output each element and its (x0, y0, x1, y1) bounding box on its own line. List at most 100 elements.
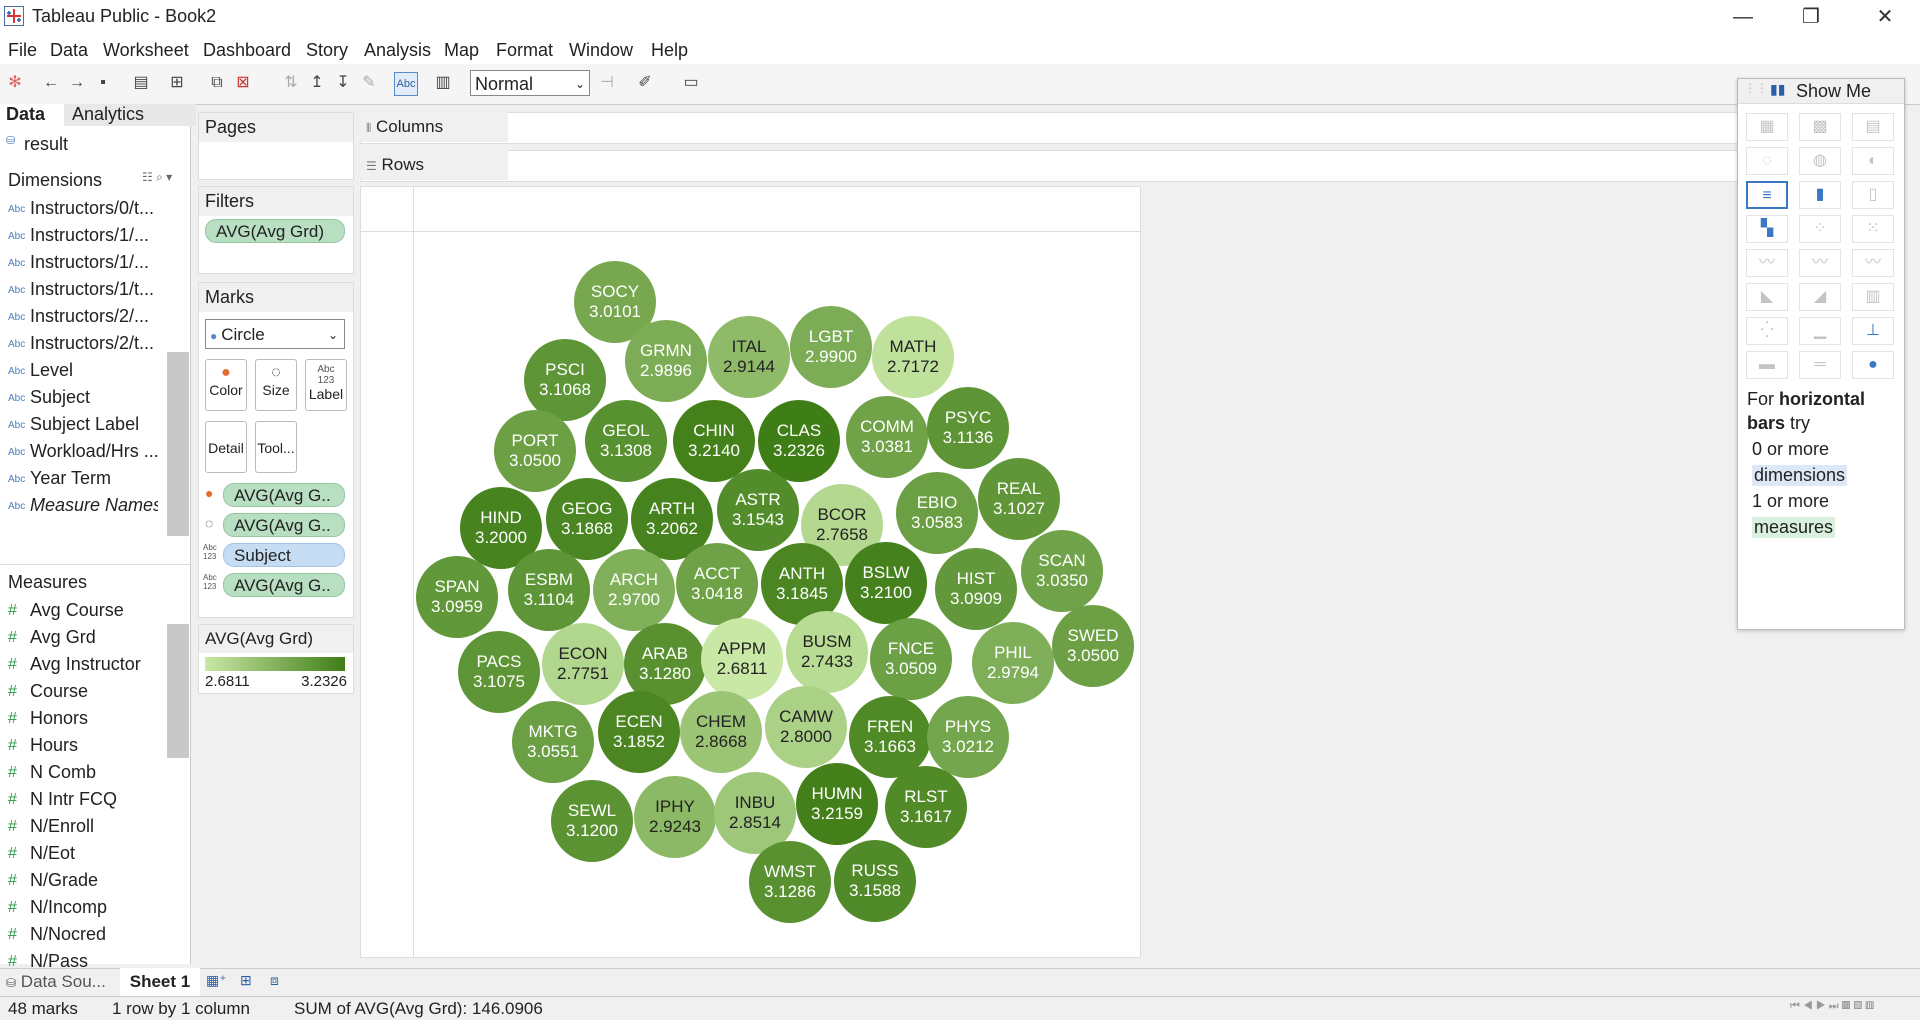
measures-scroll-thumb[interactable] (167, 624, 189, 758)
save-icon[interactable]: ▪ (92, 72, 114, 94)
swap-icon[interactable]: ⇅ (280, 72, 302, 94)
bubble-mark[interactable]: CHEM 2.8668 (680, 691, 762, 773)
tab-data-source[interactable]: ⛁ Data Sou... (6, 972, 106, 992)
color-button[interactable]: ● Color (205, 359, 247, 411)
tab-analytics[interactable]: Analytics (64, 104, 196, 126)
value-label-pill[interactable]: AVG(Avg G.. (223, 573, 345, 597)
menu-window[interactable]: Window (569, 40, 633, 61)
dimension-field[interactable]: Abc Instructors/1/... (8, 252, 158, 273)
filled-map-chart-icon[interactable]: ◍ (1799, 147, 1841, 175)
fit-icon[interactable]: ▥ (432, 72, 454, 94)
bubble-mark[interactable]: PACS 3.1075 (458, 631, 540, 713)
menu-map[interactable]: Map (444, 40, 479, 61)
highlight-table-chart-icon[interactable]: ▤ (1852, 113, 1894, 141)
bubble-mark[interactable]: ARCH 2.9700 (593, 549, 675, 631)
dimension-field[interactable]: Abc Year Term (8, 468, 158, 489)
bubble-mark[interactable]: RUSS 3.1588 (834, 840, 916, 922)
dimension-field[interactable]: Abc Measure Names (8, 495, 158, 516)
redo-icon[interactable]: → (66, 72, 88, 94)
menu-help[interactable]: Help (651, 40, 688, 61)
measure-field[interactable]: # N Comb (8, 762, 158, 783)
label-button[interactable]: Abc 123 Label (305, 359, 347, 411)
new-worksheet-tab-icon[interactable]: ▦⁺ (206, 972, 227, 989)
new-story-tab-icon[interactable]: ⧈ (270, 972, 279, 989)
histogram-chart-icon[interactable]: ▁ (1799, 317, 1841, 345)
bubble-mark[interactable]: ACCT 3.0418 (676, 543, 758, 625)
duplicate-sheet-icon[interactable]: ⧉ (206, 72, 228, 94)
pie-chart-chart-icon[interactable]: ◐ (1852, 147, 1894, 175)
bubble-mark[interactable]: PHIL 2.9794 (972, 622, 1054, 704)
menu-dashboard[interactable]: Dashboard (203, 40, 291, 61)
sort-ascending-icon[interactable]: ↥ (306, 72, 328, 94)
measure-field[interactable]: # Avg Instructor (8, 654, 158, 675)
bubble-mark[interactable]: HIST 3.0909 (935, 548, 1017, 630)
bubble-mark[interactable]: ECEN 3.1852 (598, 691, 680, 773)
bubble-mark[interactable]: SWED 3.0500 (1052, 605, 1134, 687)
dual-lines-chart-icon[interactable]: 〰 (1852, 249, 1894, 277)
minimize-button[interactable]: — (1720, 2, 1766, 32)
menu-file[interactable]: File (8, 40, 37, 61)
measure-field[interactable]: # Avg Course (8, 600, 158, 621)
highlight-icon[interactable]: ✎ (358, 72, 380, 94)
presentation-icon[interactable]: ▭ (680, 72, 702, 94)
dimension-field[interactable]: Abc Instructors/0/t... (8, 198, 158, 219)
bubble-mark[interactable]: SPAN 3.0959 (416, 556, 498, 638)
clear-sheet-icon[interactable]: ⊠ (232, 72, 254, 94)
subject-label-pill[interactable]: Subject (223, 543, 345, 567)
bubble-mark[interactable]: SCAN 3.0350 (1021, 530, 1103, 612)
menu-worksheet[interactable]: Worksheet (103, 40, 189, 61)
bubble-mark[interactable]: ESBM 3.1104 (508, 549, 590, 631)
bubble-mark[interactable]: CHIN 3.2140 (673, 400, 755, 482)
undo-icon[interactable]: ← (40, 72, 62, 94)
bubble-mark[interactable]: PHYS 3.0212 (927, 696, 1009, 778)
horizontal-bars-chart-icon[interactable]: ≡ (1746, 181, 1788, 209)
sort-descending-icon[interactable]: ↧ (332, 72, 354, 94)
area-continuous-chart-icon[interactable]: ◣ (1746, 283, 1788, 311)
annotate-icon[interactable]: ✐ (634, 72, 656, 94)
dimensions-menu-icon[interactable]: ☷ ⌕ ▾ (142, 170, 172, 185)
new-datasource-icon[interactable]: ▤ (130, 72, 152, 94)
bubble-mark[interactable]: SEWL 3.1200 (551, 780, 633, 862)
viz-canvas[interactable]: SOCY 3.0101 PSCI 3.1068 GRMN 2.9896 ITAL 2.9144… (360, 186, 1141, 958)
filter-pill[interactable]: AVG(Avg Grd) (205, 219, 345, 243)
dimensions-scroll-thumb[interactable] (167, 352, 189, 536)
pin-icon[interactable]: ⊣ (596, 72, 618, 94)
dimension-field[interactable]: Abc Instructors/1/... (8, 225, 158, 246)
size-button[interactable]: ◌ Size (255, 359, 297, 411)
bubble-mark[interactable]: LGBT 2.9900 (790, 306, 872, 388)
tab-sheet-1[interactable]: Sheet 1 (120, 968, 200, 996)
tab-data[interactable]: Data (0, 104, 68, 126)
measure-field[interactable]: # Course (8, 681, 158, 702)
bubble-mark[interactable]: PORT 3.0500 (494, 410, 576, 492)
bubble-mark[interactable]: PSCI 3.1068 (524, 339, 606, 421)
text-table-chart-icon[interactable]: ▦ (1746, 113, 1788, 141)
dimension-field[interactable]: Abc Subject (8, 387, 158, 408)
measure-field[interactable]: # N/Incomp (8, 897, 158, 918)
bubble-mark[interactable]: FNCE 3.0509 (870, 618, 952, 700)
tableau-home-icon[interactable]: ✻ (4, 72, 26, 94)
dimension-field[interactable]: Abc Instructors/2/t... (8, 333, 158, 354)
area-discrete-chart-icon[interactable]: ◢ (1799, 283, 1841, 311)
bubble-mark[interactable]: REAL 3.1027 (978, 458, 1060, 540)
bullet-graph-chart-icon[interactable]: ═ (1799, 351, 1841, 379)
size-pill[interactable]: AVG(Avg G.. (223, 513, 345, 537)
restore-button[interactable]: ❐ (1788, 2, 1834, 32)
side-by-side-circles-chart-icon[interactable]: ⁙ (1852, 215, 1894, 243)
bubble-mark[interactable]: BSLW 3.2100 (845, 542, 927, 624)
measure-field[interactable]: # N Intr FCQ (8, 789, 158, 810)
bubble-mark[interactable]: RLST 3.1617 (885, 766, 967, 848)
scatter-plot-chart-icon[interactable]: ⁛ (1746, 317, 1788, 345)
filters-card[interactable]: Filters AVG(Avg Grd) (198, 186, 354, 274)
dimension-field[interactable]: Abc Workload/Hrs ... (8, 441, 158, 462)
color-pill[interactable]: AVG(Avg G.. (223, 483, 345, 507)
packed-bubbles-chart-icon[interactable]: ● (1852, 351, 1894, 379)
drag-handle-icon[interactable]: ⋮⋮ (1744, 81, 1768, 95)
bubble-mark[interactable]: ASTR 3.1543 (717, 469, 799, 551)
menu-data[interactable]: Data (50, 40, 88, 61)
measure-field[interactable]: # N/Grade (8, 870, 158, 891)
stacked-bars-chart-icon[interactable]: ▮ (1799, 181, 1841, 209)
bubble-mark[interactable]: CAMW 2.8000 (765, 686, 847, 768)
menu-analysis[interactable]: Analysis (364, 40, 431, 61)
measure-field[interactable]: # N/Nocred (8, 924, 158, 945)
new-worksheet-icon[interactable]: ⊞ (166, 72, 188, 94)
